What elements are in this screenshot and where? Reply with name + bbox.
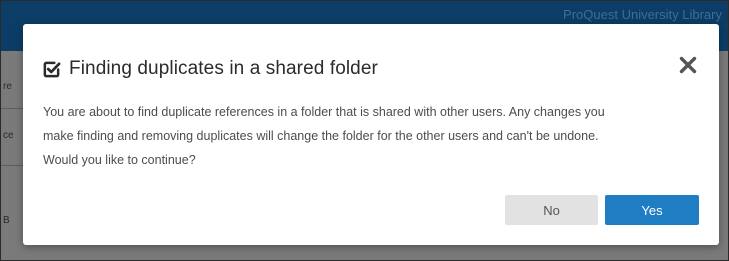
dialog-message: You are about to find duplicate referenc… [43, 100, 703, 172]
close-icon[interactable] [679, 56, 697, 74]
background-text-fragment: re [3, 81, 12, 92]
dialog-header: Finding duplicates in a shared folder [42, 57, 378, 81]
yes-button[interactable]: Yes [605, 195, 699, 225]
close-button[interactable] [675, 52, 701, 78]
message-line: You are about to find duplicate referenc… [43, 105, 605, 119]
app-window: ProQuest University Library re ce B Find… [0, 0, 729, 261]
background-divider [1, 165, 23, 166]
checkbox-check-icon [43, 61, 61, 77]
no-button[interactable]: No [505, 195, 598, 225]
background-divider [1, 108, 23, 109]
dialog-title: Finding duplicates in a shared folder [69, 58, 378, 79]
message-line: make finding and removing duplicates wil… [43, 129, 599, 143]
background-text-fragment: B [3, 215, 10, 226]
message-line: Would you like to continue? [43, 153, 196, 167]
brand-name: ProQuest University Library [563, 7, 722, 22]
confirm-dialog: Finding duplicates in a shared folder Yo… [23, 24, 719, 245]
background-text-fragment: ce [3, 130, 14, 141]
